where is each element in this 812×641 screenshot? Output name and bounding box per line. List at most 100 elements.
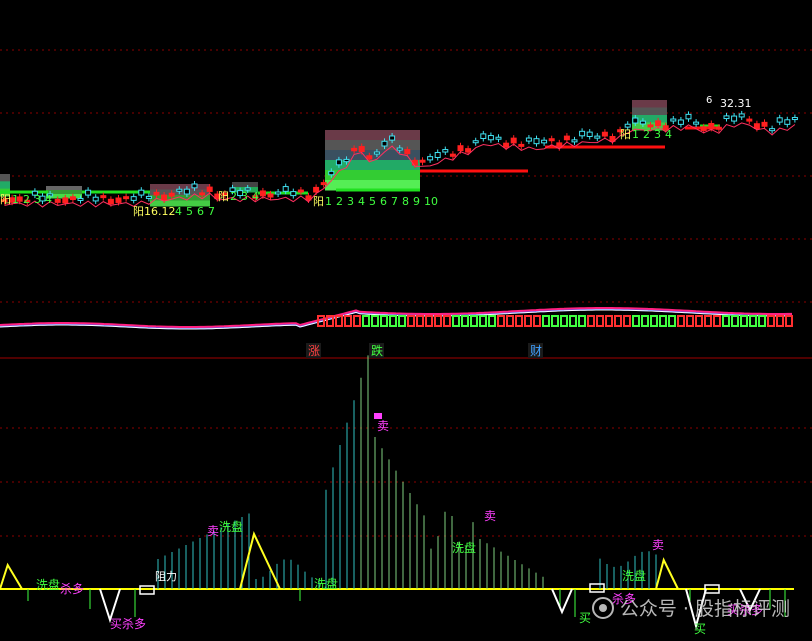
candle-body <box>290 191 297 197</box>
counter-label: 2 <box>23 193 30 206</box>
counter-label: 2 <box>230 190 237 203</box>
candle-body <box>723 115 730 120</box>
counter-label: 3 <box>241 190 248 203</box>
watermark: 公众号 · 股指标评测 <box>591 594 790 621</box>
candle-body <box>708 122 715 129</box>
oscillator-step <box>398 315 406 327</box>
oscillator-step <box>344 315 352 327</box>
band-zone <box>0 181 10 190</box>
oscillator-step <box>659 315 667 327</box>
oscillator-step <box>785 315 793 327</box>
candle-body <box>533 138 540 145</box>
oscillator-step <box>623 315 631 327</box>
candle-body <box>632 117 639 124</box>
candle-body <box>503 142 510 148</box>
stock-chart: 阳 1 2 3 4阳16.12 4 5 6 7阳 2 3 4 阳 1 2 3 4 5 6 7 8 9 10阳 1 2 3 46 32.… <box>0 49 812 636</box>
candle-body <box>601 131 608 137</box>
candle-body <box>548 138 555 142</box>
band-zone <box>232 182 258 188</box>
oscillator-step <box>551 315 559 327</box>
counter-label: 4 <box>252 190 259 203</box>
candle-body <box>320 182 327 186</box>
counter-label: 阳 <box>218 190 229 203</box>
candle-body <box>731 115 738 122</box>
oscillator-step <box>362 315 370 327</box>
candle-body <box>92 196 99 202</box>
candle-body <box>434 152 441 158</box>
candle-body <box>419 159 426 163</box>
oscillator-step <box>722 315 730 327</box>
candle-body <box>335 159 342 166</box>
band-zone <box>325 140 420 151</box>
counter-label: 阳 <box>620 128 631 141</box>
candle-body <box>351 147 358 152</box>
oscillator-step <box>695 315 703 327</box>
candle-body <box>776 117 783 123</box>
candle-body <box>738 113 745 118</box>
candle-body <box>381 140 388 147</box>
candle-body <box>176 188 183 192</box>
oscillator-step <box>371 315 379 327</box>
candle-body <box>655 120 662 127</box>
oscillator-step <box>515 315 523 327</box>
candle-body <box>77 197 84 201</box>
oscillator-step <box>461 315 469 327</box>
oscillator-step <box>479 315 487 327</box>
counter-label: 10 <box>424 195 438 208</box>
candle-body <box>168 192 175 197</box>
oscillator-step <box>650 315 658 327</box>
candle-body <box>145 195 152 199</box>
signal-label: 财 <box>530 344 542 358</box>
sell-label: 卖 <box>652 538 664 552</box>
oscillator-step <box>758 315 766 327</box>
wechat-icon <box>591 596 614 619</box>
candle-body <box>541 139 548 144</box>
counter-label: 7 <box>391 195 398 208</box>
candle-body <box>525 137 532 142</box>
wash-label: 洗盘 <box>622 568 646 583</box>
candle-body <box>784 119 791 125</box>
candle-body <box>487 135 494 141</box>
wash-label: 洗盘 <box>314 576 338 591</box>
band-zone <box>325 130 420 141</box>
peak-triangle <box>655 557 679 590</box>
oscillator-step <box>506 315 514 327</box>
candle-body <box>161 194 168 201</box>
candle-body <box>100 195 107 199</box>
sell-label: 卖 <box>377 419 389 433</box>
candle-body <box>480 133 487 139</box>
counter-label: 1 <box>12 193 19 206</box>
candle-body <box>677 119 684 125</box>
oscillator-step <box>533 315 541 327</box>
sell-label: 卖 <box>484 509 496 523</box>
kill-label: 杀多 <box>60 581 84 596</box>
candle-body <box>769 128 776 132</box>
band-zone <box>0 174 10 182</box>
oscillator-step <box>524 315 532 327</box>
candle-body <box>639 120 646 125</box>
buy-label: 买 <box>579 611 591 625</box>
oscillator-step <box>470 315 478 327</box>
counter-label: 1 <box>632 128 639 141</box>
candle-body <box>693 121 700 125</box>
oscillator-step <box>578 315 586 327</box>
counter-label: 3 <box>654 128 661 141</box>
candle-body <box>594 135 601 139</box>
candle-body <box>761 121 768 127</box>
candle-body <box>328 170 335 176</box>
oscillator-step <box>641 315 649 327</box>
counter-label: 5 <box>369 195 376 208</box>
band-zone <box>46 186 82 191</box>
counter-label: 5 <box>186 205 193 218</box>
oscillator-step <box>416 315 424 327</box>
counter-label: 6 <box>197 205 204 218</box>
candle-body <box>753 123 760 130</box>
candle-body <box>427 156 434 161</box>
oscillator-step <box>389 315 397 327</box>
counter-label: 4 <box>358 195 365 208</box>
buy-kill-label: 买杀多 <box>110 616 146 631</box>
candle-body <box>563 135 570 141</box>
signal-label: 涨 <box>308 343 320 358</box>
candle-body <box>373 151 380 155</box>
oscillator-step <box>605 315 613 327</box>
